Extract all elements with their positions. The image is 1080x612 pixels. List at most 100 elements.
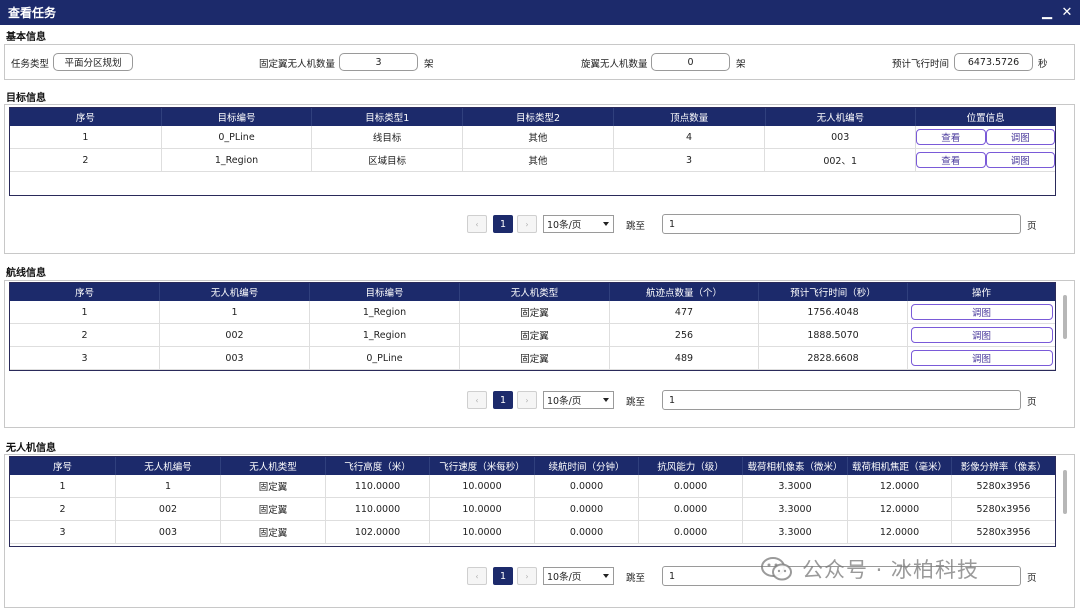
fixed-wing-unit: 架	[424, 59, 434, 70]
page-size-select[interactable]: 10条/页	[543, 215, 614, 233]
fixed-wing-count-label: 固定翼无人机数量	[259, 59, 336, 70]
cell: 线目标	[312, 126, 464, 148]
col-header: 无人机编号	[160, 283, 310, 301]
route-table: 序号 无人机编号 目标编号 无人机类型 航迹点数量（个） 预计飞行时间（秒） 操…	[9, 282, 1056, 371]
jump-page-input[interactable]: 1	[662, 390, 1021, 410]
cell: 固定翼	[460, 347, 610, 369]
cell: 1	[160, 301, 310, 323]
cell: 区域目标	[312, 149, 464, 171]
watermark: 公众号 · 冰柏科技	[760, 553, 979, 585]
col-header: 序号	[10, 457, 116, 475]
prev-page-button[interactable]: ‹	[467, 567, 487, 585]
col-header: 航迹点数量（个）	[610, 283, 759, 301]
cell: 3.3000	[743, 521, 848, 543]
cell: 0.0000	[535, 521, 639, 543]
cell: 2	[10, 324, 160, 346]
page-size-value: 10条/页	[547, 220, 582, 231]
rotor-count-field[interactable]: 0	[651, 53, 730, 71]
route-table-scrollbar[interactable]	[1063, 295, 1067, 339]
page-unit: 页	[1027, 573, 1037, 584]
current-page-button[interactable]: 1	[493, 567, 513, 585]
col-header: 预计飞行时间（秒）	[759, 283, 908, 301]
window-titlebar: 查看任务 ▁ ✕	[0, 0, 1080, 25]
cell: 0.0000	[639, 521, 743, 543]
prev-page-button[interactable]: ‹	[467, 215, 487, 233]
chevron-down-icon	[603, 398, 609, 402]
next-page-button[interactable]: ›	[517, 391, 537, 409]
cell: 110.0000	[326, 475, 430, 497]
cell: 2	[10, 149, 162, 171]
task-type-field[interactable]: 平面分区规划	[53, 53, 133, 71]
route-pager: ‹ 1 › 10条/页 跳至 1 页	[0, 389, 1080, 411]
drone-table-scrollbar[interactable]	[1063, 470, 1067, 514]
col-header: 影像分辨率（像素）	[960, 462, 1047, 473]
cell: 0.0000	[639, 498, 743, 520]
col-header: 抗风能力（级）	[639, 457, 743, 475]
page-unit: 页	[1027, 221, 1037, 232]
adjust-map-button[interactable]: 调图	[985, 152, 1055, 168]
next-page-button[interactable]: ›	[517, 567, 537, 585]
table-row: 1 1 1_Region 固定翼 477 1756.4048 调图	[10, 301, 1055, 324]
cell: 1_Region	[310, 301, 460, 323]
cell: 固定翼	[460, 301, 610, 323]
cell: 其他	[463, 149, 614, 171]
col-header: 位置信息	[966, 113, 1005, 124]
cell: 256	[610, 324, 759, 346]
chevron-down-icon	[603, 222, 609, 226]
page-size-select[interactable]: 10条/页	[543, 391, 614, 409]
adjust-map-button[interactable]: 调图	[910, 350, 1053, 366]
jump-page-input[interactable]: 1	[662, 214, 1021, 234]
table-row: 3 003 固定翼 102.0000 10.0000 0.0000 0.0000…	[10, 521, 1055, 544]
col-header: 序号	[10, 283, 160, 301]
adjust-map-button[interactable]: 调图	[985, 129, 1055, 145]
cell: 102.0000	[326, 521, 430, 543]
next-page-button[interactable]: ›	[517, 215, 537, 233]
col-header: 无人机类型	[221, 457, 326, 475]
table-row: 3 003 0_PLine 固定翼 489 2828.6608 调图	[10, 347, 1055, 370]
current-page-button[interactable]: 1	[493, 391, 513, 409]
cell: 3.3000	[743, 475, 848, 497]
cell: 3	[10, 521, 116, 543]
cell: 0_PLine	[310, 347, 460, 369]
table-row: 2 002 固定翼 110.0000 10.0000 0.0000 0.0000…	[10, 498, 1055, 521]
prev-page-button[interactable]: ‹	[467, 391, 487, 409]
minimize-icon[interactable]: ▁	[1038, 0, 1056, 25]
adjust-map-button[interactable]: 调图	[910, 327, 1053, 343]
col-header: 操作	[971, 288, 991, 299]
cell: 002、1	[765, 149, 917, 171]
basic-info-row: 任务类型 平面分区规划 固定翼无人机数量 3 架 旋翼无人机数量 0 架 预计飞…	[0, 52, 1080, 74]
chevron-down-icon	[603, 574, 609, 578]
view-button[interactable]: 查看	[916, 129, 986, 145]
drone-table-header: 序号 无人机编号 无人机类型 飞行高度（米） 飞行速度（米每秒） 续航时间（分钟…	[10, 457, 1055, 475]
cell: 1756.4048	[759, 301, 908, 323]
cell: 003	[160, 347, 310, 369]
target-info-title: 目标信息	[6, 93, 46, 104]
cell: 其他	[463, 126, 614, 148]
adjust-map-button[interactable]: 调图	[910, 304, 1053, 320]
view-button[interactable]: 查看	[916, 152, 986, 168]
close-icon[interactable]: ✕	[1058, 0, 1076, 25]
col-header: 顶点数量	[614, 108, 766, 126]
page-size-value: 10条/页	[547, 396, 582, 407]
jump-label: 跳至	[626, 397, 646, 408]
target-table: 序号 目标编号 目标类型1 目标类型2 顶点数量 无人机编号 位置信息 1 0_…	[9, 107, 1056, 196]
location-actions: 查看 调图	[916, 126, 1055, 148]
flight-time-unit: 秒	[1038, 59, 1048, 70]
cell: 0.0000	[639, 475, 743, 497]
fixed-wing-count-field[interactable]: 3	[339, 53, 418, 71]
cell: 1	[10, 475, 116, 497]
window-title: 查看任务	[8, 6, 57, 20]
current-page-button[interactable]: 1	[493, 215, 513, 233]
col-header: 飞行高度（米）	[326, 457, 430, 475]
cell: 003	[765, 126, 917, 148]
jump-label: 跳至	[626, 573, 646, 584]
cell: 0_PLine	[162, 126, 313, 148]
col-header: 无人机类型	[460, 283, 610, 301]
col-header: 无人机编号	[116, 457, 221, 475]
flight-time-field[interactable]: 6473.5726	[954, 53, 1033, 71]
page-size-select[interactable]: 10条/页	[543, 567, 614, 585]
page-unit: 页	[1027, 397, 1037, 408]
cell: 477	[610, 301, 759, 323]
table-row: 2 1_Region 区域目标 其他 3 002、1 查看 调图	[10, 149, 1055, 172]
col-header: 无人机编号	[766, 108, 917, 126]
